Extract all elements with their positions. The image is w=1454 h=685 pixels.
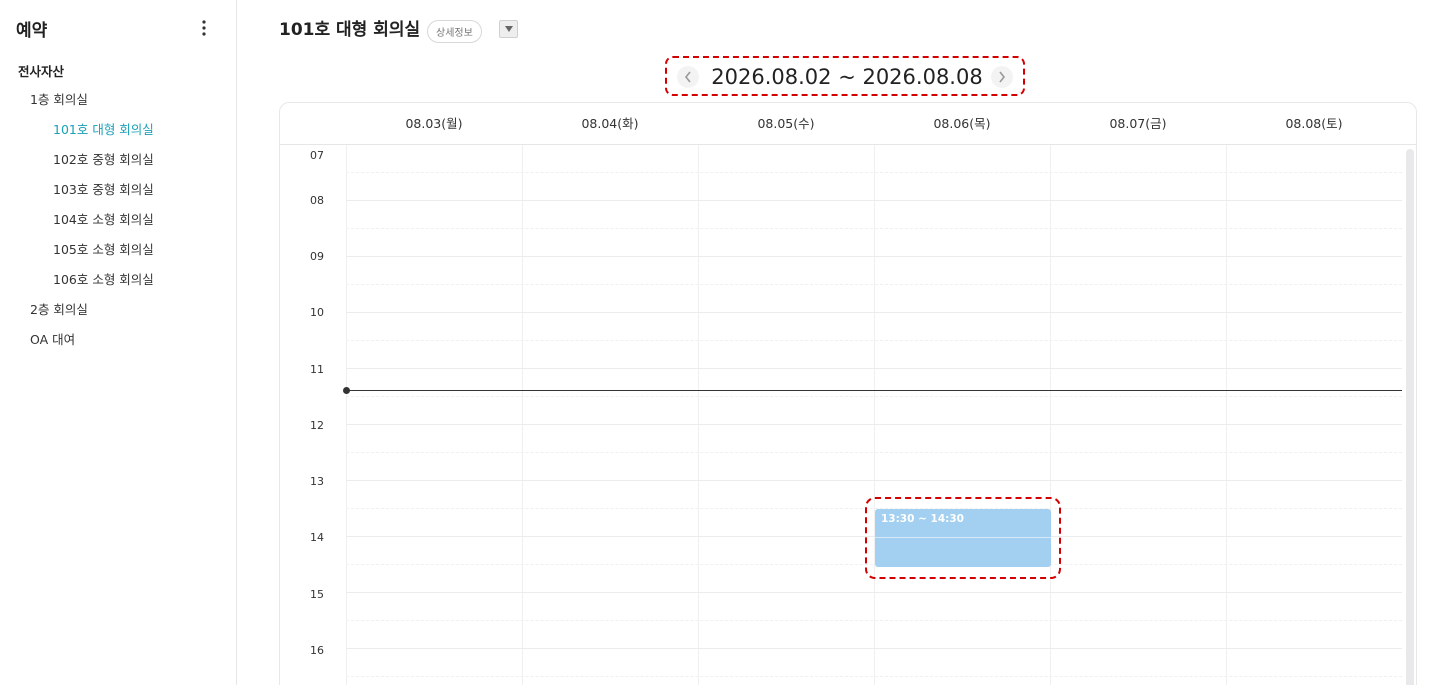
current-time-dot <box>343 387 350 394</box>
half-hour-line <box>346 676 1402 677</box>
hour-label: 15 <box>310 588 324 601</box>
tree-floor-1[interactable]: 1층 회의실 <box>30 89 88 108</box>
day-header: 08.04(화) <box>581 116 639 131</box>
half-hour-line <box>346 396 1402 397</box>
hour-line <box>346 312 1402 313</box>
half-hour-line <box>346 228 1402 229</box>
tree-root[interactable]: 전사자산 <box>18 61 64 80</box>
tree-room-106[interactable]: 106호 소형 회의실 <box>53 269 154 288</box>
more-vertical-icon[interactable] <box>194 17 214 39</box>
hour-label: 14 <box>310 531 324 544</box>
tree-floor-2[interactable]: 2층 회의실 <box>30 299 88 318</box>
hour-label: 13 <box>310 475 324 488</box>
caret-down-icon <box>504 26 513 32</box>
hour-label: 16 <box>310 644 324 657</box>
dropdown-button[interactable] <box>499 20 518 38</box>
column-divider <box>1050 145 1051 685</box>
event-time: 13:30 ~ 14:30 <box>881 513 964 525</box>
hour-line <box>346 256 1402 257</box>
hour-line <box>346 480 1402 481</box>
hour-line <box>346 200 1402 201</box>
hour-label: 12 <box>310 419 324 432</box>
hour-label: 11 <box>310 363 324 376</box>
tree-room-103[interactable]: 103호 중형 회의실 <box>53 179 154 198</box>
column-divider <box>1226 145 1227 685</box>
column-divider <box>346 145 347 685</box>
prev-week-button[interactable] <box>677 66 699 88</box>
week-calendar: 08.03(월) 08.04(화) 08.05(수) 08.06(목) 08.0… <box>279 102 1417 685</box>
hour-line <box>346 424 1402 425</box>
tree-room-101[interactable]: 101호 대형 회의실 <box>53 119 154 138</box>
hour-label: 08 <box>310 194 324 207</box>
day-header: 08.08(토) <box>1285 116 1343 131</box>
main-panel: 101호 대형 회의실 상세정보 2026.08.02 ~ 2026.08.08… <box>237 0 1454 685</box>
half-hour-line <box>346 340 1402 341</box>
half-hour-line <box>346 452 1402 453</box>
hour-line <box>346 648 1402 649</box>
half-hour-line <box>346 620 1402 621</box>
chevron-right-icon <box>999 71 1006 83</box>
half-hour-line <box>346 284 1402 285</box>
hour-label: 10 <box>310 306 324 319</box>
reservation-event[interactable]: 13:30 ~ 14:30 <box>875 509 1051 567</box>
sidebar-title: 예약 <box>16 21 48 41</box>
tree-oa-rental[interactable]: OA 대여 <box>30 329 75 348</box>
half-hour-line <box>346 172 1402 173</box>
event-divider <box>875 537 1051 538</box>
next-week-button[interactable] <box>991 66 1013 88</box>
sidebar: 예약 전사자산 1층 회의실 101호 대형 회의실 102호 중형 회의실 1… <box>0 0 237 685</box>
hour-line <box>346 592 1402 593</box>
day-header: 08.03(월) <box>405 116 463 131</box>
detail-info-button[interactable]: 상세정보 <box>427 20 482 43</box>
date-range-label: 2026.08.02 ~ 2026.08.08 <box>711 65 983 89</box>
time-grid[interactable]: 07 08 09 10 11 12 13 14 15 16 13:30 ~ 14… <box>280 145 1416 685</box>
calendar-header: 08.03(월) 08.04(화) 08.05(수) 08.06(목) 08.0… <box>280 103 1416 145</box>
column-divider <box>874 145 875 685</box>
column-divider <box>698 145 699 685</box>
day-header: 08.05(수) <box>757 116 815 131</box>
hour-label: 07 <box>310 149 324 162</box>
tree-room-104[interactable]: 104호 소형 회의실 <box>53 209 154 228</box>
current-time-line <box>347 390 1402 391</box>
calendar-scrollbar[interactable] <box>1406 149 1414 685</box>
tree-room-102[interactable]: 102호 중형 회의실 <box>53 149 154 168</box>
date-navigation: 2026.08.02 ~ 2026.08.08 <box>665 56 1025 96</box>
column-divider <box>522 145 523 685</box>
tree-room-105[interactable]: 105호 소형 회의실 <box>53 239 154 258</box>
chevron-left-icon <box>684 71 691 83</box>
day-header: 08.06(목) <box>933 116 991 131</box>
hour-label: 09 <box>310 250 324 263</box>
hour-line <box>346 368 1402 369</box>
day-header: 08.07(금) <box>1109 116 1167 131</box>
page-title: 101호 대형 회의실 <box>279 20 421 40</box>
